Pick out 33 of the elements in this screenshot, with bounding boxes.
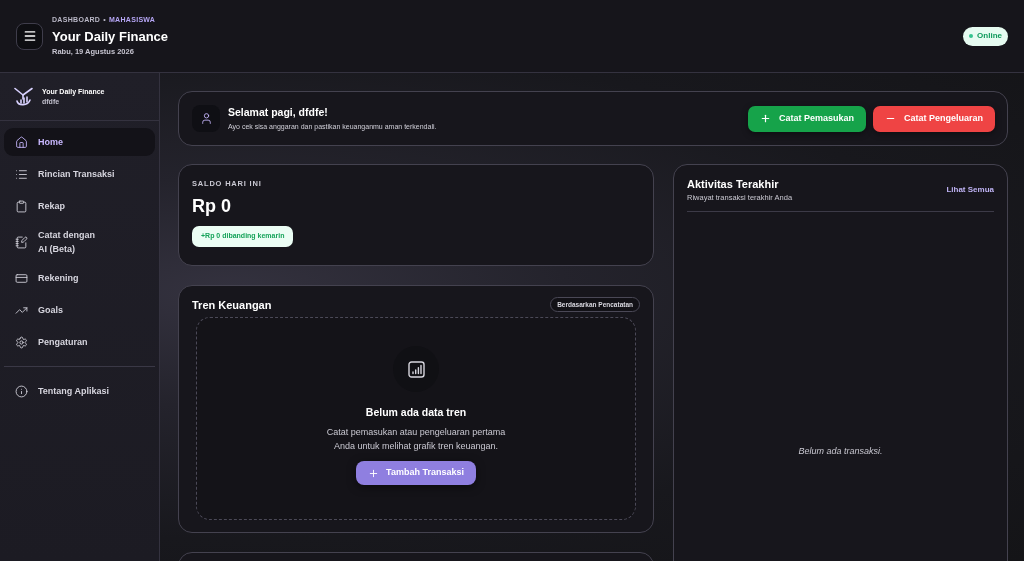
sidebar-item[interactable]: Pengaturan [4,328,155,356]
sidebar-item[interactable]: Rekap [4,192,155,220]
home-icon [15,135,28,149]
plus-icon [759,113,771,124]
status-badge: Online [963,26,1008,46]
list-icon [15,167,28,181]
sidebar-item[interactable]: Rincian Transaksi [4,160,155,188]
see-all-link[interactable]: Lihat Semua [946,184,994,196]
sidebar-item[interactable]: Home [4,128,155,156]
bar-chart-icon [407,360,425,378]
settings-icon [15,335,28,349]
balance-amount: Rp 0 [192,195,231,217]
card-icon [15,271,28,285]
greeting-title: Selamat pagi, dfdfe! [228,106,329,119]
empty-trend-description: Catat pemasukan atau pengeluaran pertama Anda untuk melihat grafik tren keuangan. [326,426,506,453]
plus-icon [368,467,380,479]
notebook-pen-icon [15,235,28,249]
empty-trend-title: Belum ada data tren [365,406,467,419]
app-logo-icon [14,86,33,107]
menu-button[interactable] [16,22,43,50]
clipboard-icon [15,199,28,213]
sidebar-item[interactable]: Tentang Aplikasi [4,377,155,405]
trend-title: Tren Keuangan [192,297,272,312]
activity-title: Aktivitas Terakhir [687,177,780,191]
empty-activity-text: Belum ada transaksi. [798,445,883,459]
sidebar-item[interactable]: Goals [4,296,155,324]
sidebar-item[interactable]: Catat dengan AI (Beta) [4,224,155,260]
sidebar-item[interactable]: Rekening [4,264,155,292]
expense-button[interactable]: Catat Pengeluaran [872,105,995,132]
info-icon [15,384,28,398]
app-title: Your Daily Finance [52,28,169,45]
menu-icon [22,29,37,43]
user-avatar-icon [192,105,220,132]
